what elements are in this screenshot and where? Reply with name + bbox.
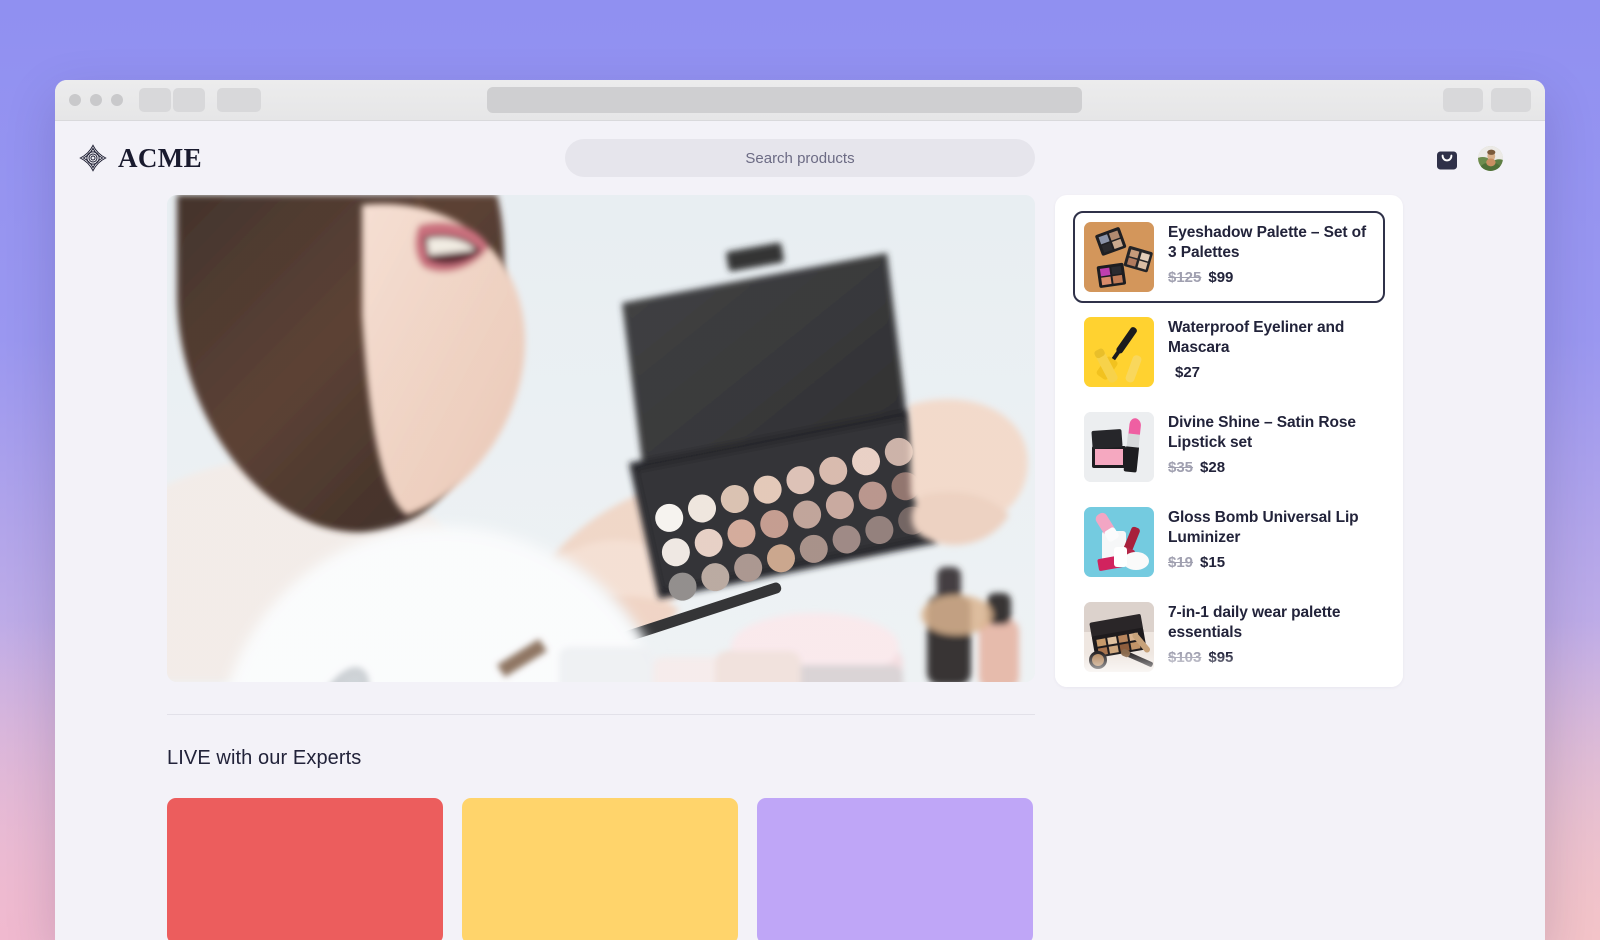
- search-bar: [565, 139, 1035, 177]
- traffic-lights: [69, 94, 123, 106]
- browser-forward-button[interactable]: [173, 88, 205, 112]
- product-list-panel: Eyeshadow Palette – Set of 3 Palettes $1…: [1055, 195, 1403, 687]
- product-item[interactable]: Divine Shine – Satin Rose Lipstick set $…: [1073, 401, 1385, 493]
- lip-gloss-on-blue-icon: [1084, 507, 1154, 577]
- section-divider: [167, 714, 1035, 715]
- product-item[interactable]: FRESH – Rose Deep: [1073, 686, 1385, 687]
- product-prices: $19 $15: [1168, 554, 1373, 571]
- hero-image: [167, 195, 1035, 682]
- search-input[interactable]: [565, 139, 1035, 177]
- live-card-yellow[interactable]: [462, 798, 738, 940]
- browser-url-bar[interactable]: [487, 87, 1082, 113]
- product-price-old: $19: [1168, 554, 1194, 571]
- brand-logo[interactable]: ACME: [77, 143, 202, 174]
- browser-chrome-bar: [55, 80, 1545, 121]
- maximize-window-button[interactable]: [111, 94, 123, 106]
- live-cards-row: [167, 798, 1035, 940]
- product-title: Gloss Bomb Universal Lip Luminizer: [1168, 509, 1359, 546]
- live-section-title: LIVE with our Experts: [167, 747, 362, 769]
- brand-name: ACME: [118, 142, 203, 173]
- product-thumbnail: [1084, 602, 1154, 672]
- left-column: LIVE with our Experts: [167, 195, 1035, 940]
- live-card-red[interactable]: [167, 798, 443, 940]
- acme-star-flower-logo-icon: [79, 144, 107, 172]
- product-price-current: $99: [1208, 269, 1234, 286]
- pink-lipstick-and-compact-icon: [1084, 412, 1154, 482]
- product-item[interactable]: 7-in-1 daily wear palette essentials $10…: [1073, 591, 1385, 683]
- product-title: Divine Shine – Satin Rose Lipstick set: [1168, 414, 1356, 451]
- product-info: Divine Shine – Satin Rose Lipstick set $…: [1168, 412, 1373, 476]
- product-info: 7-in-1 daily wear palette essentials $10…: [1168, 602, 1373, 666]
- shopping-bag-icon[interactable]: [1436, 146, 1458, 170]
- product-thumbnail: [1084, 317, 1154, 387]
- product-price-old: $103: [1168, 649, 1202, 666]
- product-item[interactable]: Waterproof Eyeliner and Mascara $27: [1073, 306, 1385, 398]
- product-price-current: $28: [1200, 459, 1226, 476]
- app-header: ACME: [55, 121, 1545, 195]
- product-item[interactable]: Gloss Bomb Universal Lip Luminizer $19 $…: [1073, 496, 1385, 588]
- minimize-window-button[interactable]: [90, 94, 102, 106]
- product-item[interactable]: Eyeshadow Palette – Set of 3 Palettes $1…: [1073, 211, 1385, 303]
- product-price-current: $15: [1200, 554, 1226, 571]
- browser-extensions-button[interactable]: [1443, 88, 1483, 112]
- product-prices: $27: [1168, 364, 1373, 381]
- browser-back-button[interactable]: [139, 88, 171, 112]
- hero-video[interactable]: [167, 195, 1035, 682]
- product-price-old: $125: [1168, 269, 1202, 286]
- product-thumbnail: [1084, 412, 1154, 482]
- mascara-on-yellow-icon: [1084, 317, 1154, 387]
- product-price-current: $27: [1175, 364, 1201, 381]
- browser-window: ACME Search products LIVE with our Exper…: [55, 80, 1545, 940]
- product-prices: $125 $99: [1168, 269, 1373, 286]
- user-avatar[interactable]: [1478, 145, 1503, 171]
- product-price-old: $35: [1168, 459, 1194, 476]
- product-prices: $103 $95: [1168, 649, 1373, 666]
- product-list[interactable]: Eyeshadow Palette – Set of 3 Palettes $1…: [1055, 195, 1403, 687]
- product-prices: $35 $28: [1168, 459, 1373, 476]
- header-actions: [1436, 145, 1503, 171]
- bronze-palette-essentials-icon: [1084, 602, 1154, 672]
- product-thumbnail: [1084, 222, 1154, 292]
- live-card-purple[interactable]: [757, 798, 1033, 940]
- product-info: Eyeshadow Palette – Set of 3 Palettes $1…: [1168, 222, 1373, 286]
- eyeshadow-quad-palettes-tan-icon: [1084, 222, 1154, 292]
- browser-menu-button[interactable]: [1491, 88, 1531, 112]
- product-title: 7-in-1 daily wear palette essentials: [1168, 604, 1341, 641]
- browser-tab-button[interactable]: [217, 88, 261, 112]
- product-title: Waterproof Eyeliner and Mascara: [1168, 319, 1345, 356]
- product-thumbnail: [1084, 507, 1154, 577]
- product-title: Eyeshadow Palette – Set of 3 Palettes: [1168, 224, 1367, 261]
- browser-toolbar-right: [1443, 88, 1531, 112]
- close-window-button[interactable]: [69, 94, 81, 106]
- product-info: Gloss Bomb Universal Lip Luminizer $19 $…: [1168, 507, 1373, 571]
- product-price-current: $95: [1208, 649, 1234, 666]
- product-info: Waterproof Eyeliner and Mascara $27: [1168, 317, 1373, 381]
- main-content: LIVE with our Experts Eyeshadow Palette …: [55, 195, 1545, 940]
